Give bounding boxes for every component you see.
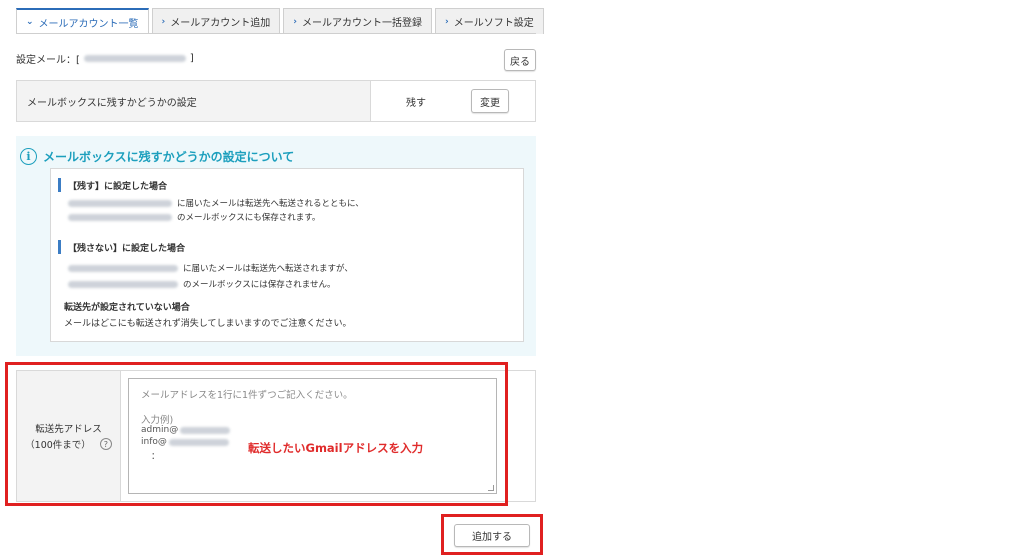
tab-label: メールアカウント一括登録: [301, 18, 422, 29]
dont-keep-line-2: のメールボックスには保存されません。: [68, 278, 336, 290]
change-button[interactable]: 変更: [471, 89, 509, 113]
redacted-email: [68, 213, 172, 221]
keep-line-2: のメールボックスにも保存されます。: [68, 211, 320, 223]
highlight-box-forward: [5, 362, 508, 506]
keep-line-1-text: に届いたメールは転送先へ転送されるとともに、: [177, 199, 364, 209]
keep-line-2-text: のメールボックスにも保存されます。: [177, 213, 321, 223]
redacted-email: [68, 280, 178, 288]
mailbox-setting-label: メールボックスに残すかどうかの設定: [17, 81, 371, 121]
dont-keep-line-2-text: のメールボックスには保存されません。: [183, 280, 336, 290]
dont-keep-line-1: に届いたメールは転送先へ転送されますが、: [68, 262, 353, 274]
tab-mail-software[interactable]: › メールソフト設定: [434, 8, 544, 34]
section-bar: [58, 178, 61, 192]
mailbox-setting-value: 残す: [406, 97, 426, 109]
back-button[interactable]: 戻る: [504, 49, 536, 71]
keep-heading: 【残す】に設定した場合: [58, 178, 167, 192]
dont-keep-heading: 【残さない】に設定した場合: [58, 240, 185, 254]
chevron-right-icon: ›: [293, 16, 297, 27]
setting-mail: 設定メール：[ ]: [16, 51, 194, 66]
chevron-right-icon: ›: [444, 16, 449, 27]
tab-label: メールアカウント一覧: [38, 18, 139, 30]
tab-mail-account-add[interactable]: › メールアカウント追加: [151, 8, 281, 34]
tab-bar: ⌄ メールアカウント一覧 › メールアカウント追加 › メールアカウント一括登録…: [16, 8, 547, 34]
tab-mail-account-list[interactable]: ⌄ メールアカウント一覧: [16, 8, 149, 34]
info-title: i メールボックスに残すかどうかの設定について: [20, 148, 294, 165]
no-dest-text: メールはどこにも転送されず消失してしまいますのでご注意ください。: [64, 319, 352, 329]
redacted-email: [68, 199, 172, 207]
chevron-right-icon: ›: [161, 16, 166, 27]
mailbox-setting-action: 変更: [461, 81, 535, 121]
mailbox-setting-row: メールボックスに残すかどうかの設定 残す 変更: [16, 80, 536, 122]
dont-keep-line-1-text: に届いたメールは転送先へ転送されますが、: [183, 264, 353, 274]
info-title-text: メールボックスに残すかどうかの設定について: [43, 150, 295, 164]
dont-keep-heading-text: 【残さない】に設定した場合: [68, 243, 186, 254]
keep-line-1: に届いたメールは転送先へ転送されるとともに、: [68, 197, 364, 209]
no-dest-heading: 転送先が設定されていない場合: [64, 303, 190, 313]
setting-mail-suffix: ]: [189, 53, 194, 64]
info-icon: i: [20, 148, 37, 165]
setting-mail-prefix: 設定メール：[: [16, 55, 80, 66]
chevron-down-icon: ⌄: [26, 17, 34, 27]
tab-label: メールアカウント追加: [170, 18, 271, 29]
tab-label: メールソフト設定: [453, 18, 534, 29]
tab-divider: [16, 33, 536, 34]
keep-heading-text: 【残す】に設定した場合: [68, 181, 168, 192]
section-bar: [58, 240, 61, 254]
redacted-email: [83, 55, 186, 62]
redacted-email: [68, 264, 178, 272]
tab-mail-account-bulk[interactable]: › メールアカウント一括登録: [283, 8, 432, 34]
add-button[interactable]: 追加する: [454, 524, 530, 547]
